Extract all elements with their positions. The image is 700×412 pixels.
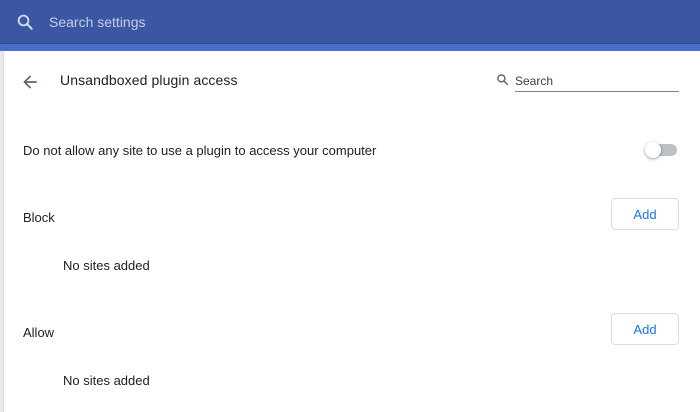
block-all-toggle[interactable] (645, 142, 677, 158)
settings-toolbar: Search settings (0, 0, 700, 44)
allow-section-label: Allow (23, 325, 55, 340)
block-add-button[interactable]: Add (611, 198, 679, 230)
page-title: Unsandboxed plugin access (60, 72, 238, 88)
site-search-input[interactable] (515, 70, 679, 92)
block-empty-text: No sites added (63, 258, 150, 273)
allow-empty-text: No sites added (63, 373, 150, 388)
block-all-setting-label: Do not allow any site to use a plugin to… (23, 143, 377, 158)
arrow-left-icon[interactable] (20, 72, 40, 92)
search-icon (497, 74, 509, 86)
toolbar-accent-strip (0, 44, 700, 51)
settings-search-input[interactable]: Search settings (49, 14, 146, 30)
block-section-label: Block (23, 210, 55, 225)
allow-add-button[interactable]: Add (611, 313, 679, 345)
toggle-knob (645, 142, 661, 158)
settings-card (4, 51, 700, 412)
search-icon[interactable] (16, 13, 34, 31)
